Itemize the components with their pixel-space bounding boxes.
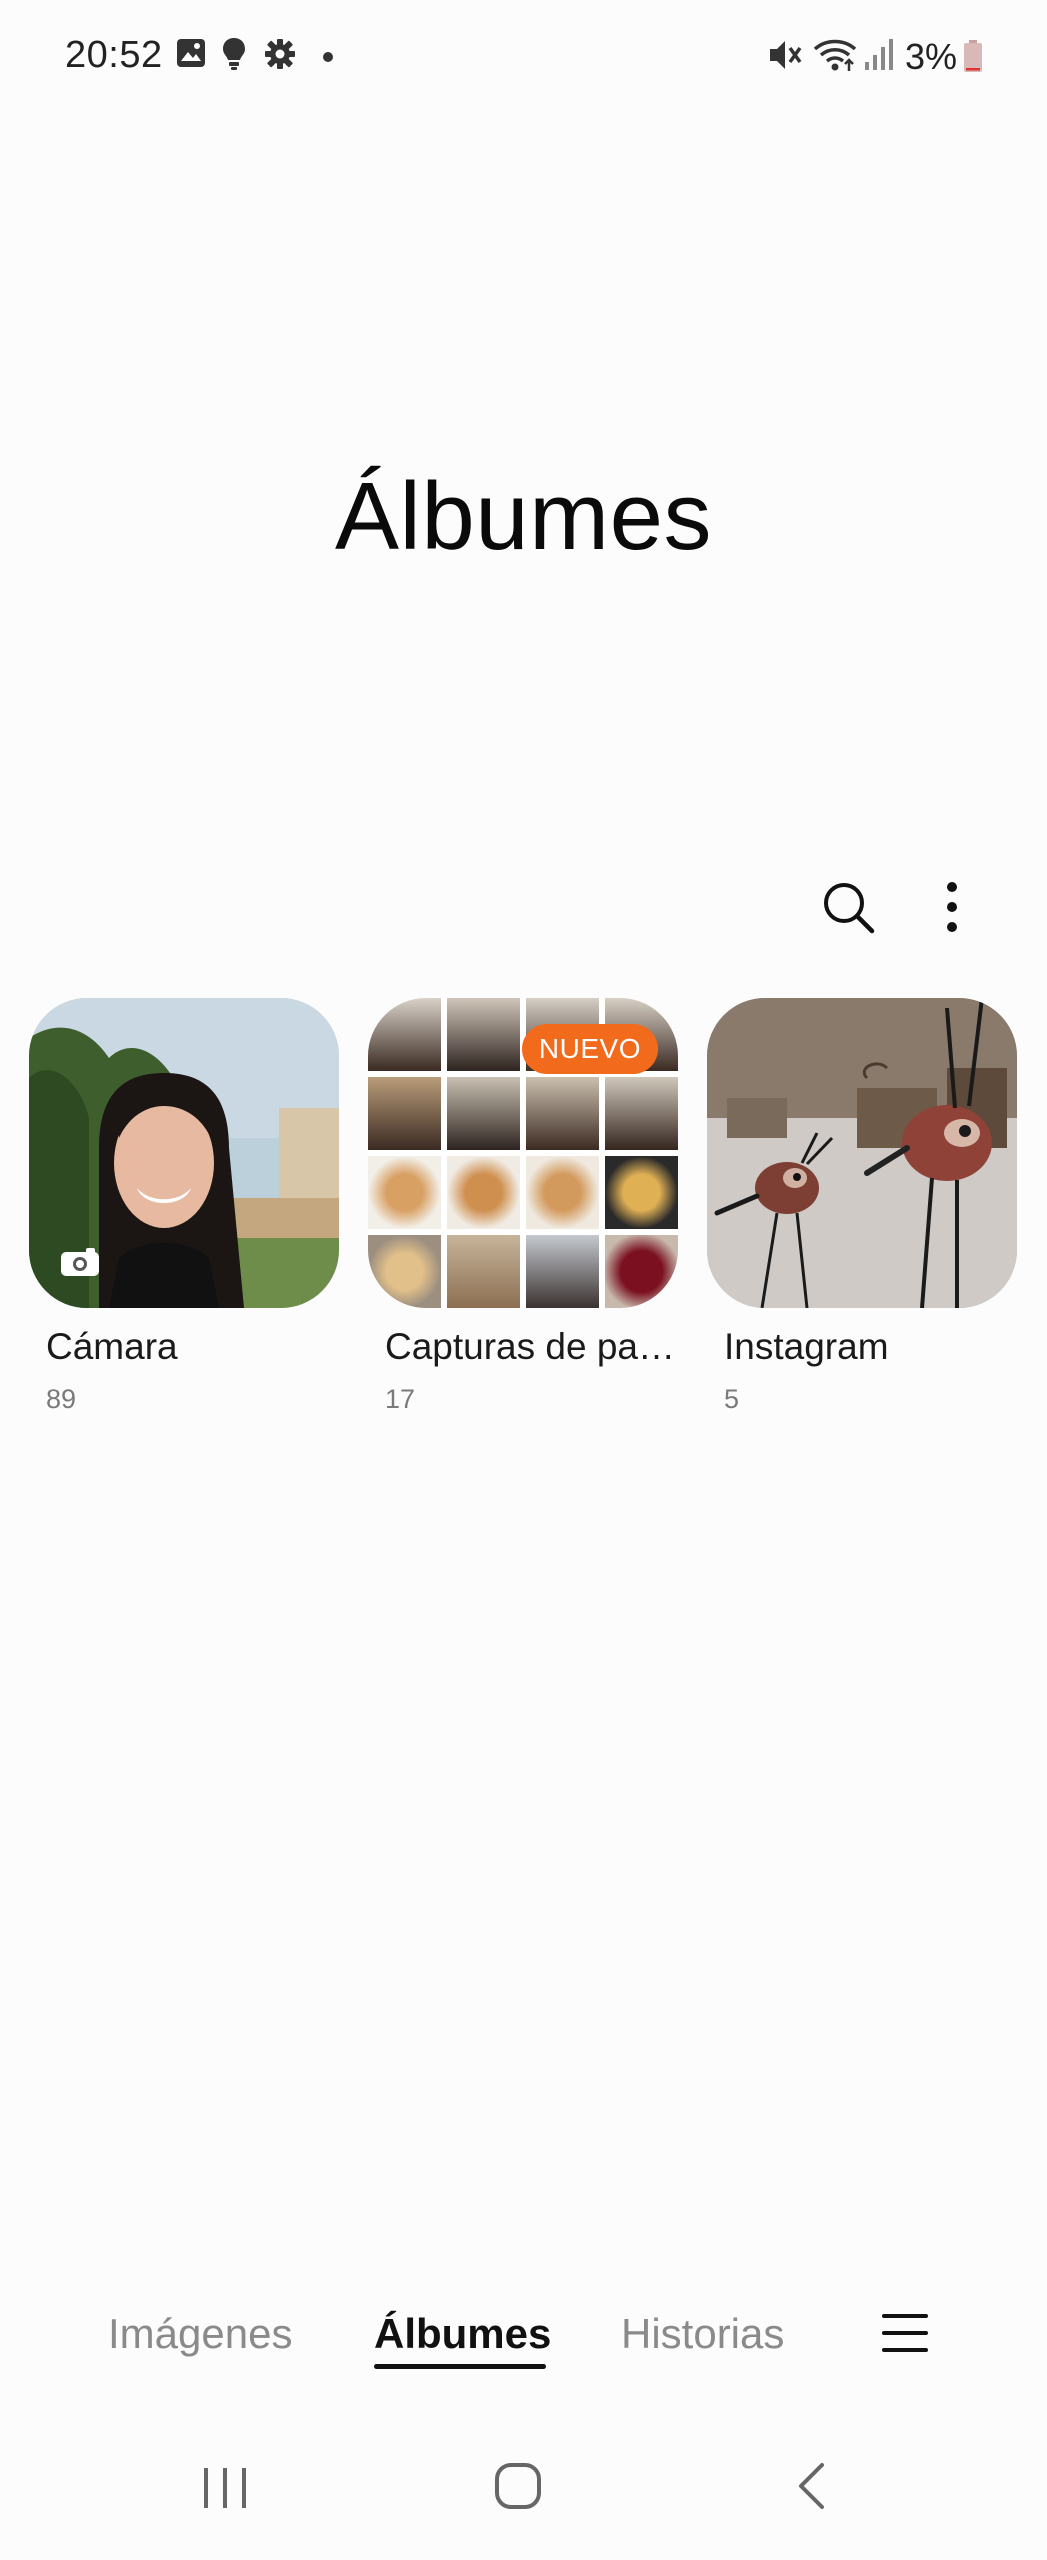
search-icon <box>824 883 875 934</box>
bottom-navigation: Imágenes Álbumes Historias <box>0 2300 1047 2410</box>
active-tab-indicator <box>374 2364 546 2369</box>
more-options-button[interactable] <box>917 872 987 942</box>
hamburger-icon <box>882 2314 928 2352</box>
album-count: 17 <box>385 1384 416 1414</box>
album-thumbnail <box>707 998 1017 1308</box>
settings-icon <box>264 38 296 75</box>
album-card-camara[interactable]: Cámara 89 <box>29 998 339 1415</box>
page-title: Álbumes <box>335 463 712 570</box>
bulb-icon <box>223 38 245 75</box>
search-button[interactable] <box>813 872 883 942</box>
gallery-icon <box>176 38 206 73</box>
battery-icon <box>964 40 982 77</box>
album-thumbnail <box>29 998 339 1308</box>
system-navigation-bar <box>0 2440 1047 2540</box>
mute-icon <box>768 38 804 77</box>
wifi-icon <box>813 38 857 77</box>
tab-imagenes[interactable]: Imágenes <box>108 2310 292 2358</box>
new-badge: NUEVO <box>521 1024 658 1074</box>
album-count: 89 <box>46 1384 77 1414</box>
signal-icon <box>864 38 894 77</box>
album-name: Capturas de pa… <box>385 1326 675 1367</box>
album-name: Cámara <box>46 1326 178 1367</box>
back-icon[interactable] <box>796 2462 826 2515</box>
album-card-capturas[interactable]: NUEVO Capturas de pa… 17 <box>368 998 678 1415</box>
dot-icon <box>322 50 334 68</box>
album-name: Instagram <box>724 1326 889 1367</box>
recents-icon[interactable] <box>200 2466 250 2515</box>
battery-percent: 3% <box>905 36 958 77</box>
album-card-instagram[interactable]: Instagram 5 <box>707 998 1017 1415</box>
home-icon[interactable] <box>494 2462 542 2515</box>
more-vertical-icon <box>947 882 957 932</box>
album-count: 5 <box>724 1384 740 1414</box>
tab-historias[interactable]: Historias <box>621 2310 784 2358</box>
camera-icon <box>61 1248 99 1276</box>
tab-albumes[interactable]: Álbumes <box>374 2310 551 2358</box>
status-bar: 20:52 3% <box>0 0 1047 110</box>
menu-button[interactable] <box>880 2308 930 2358</box>
status-time: 20:52 <box>65 34 163 76</box>
album-thumbnail: NUEVO <box>368 998 678 1308</box>
